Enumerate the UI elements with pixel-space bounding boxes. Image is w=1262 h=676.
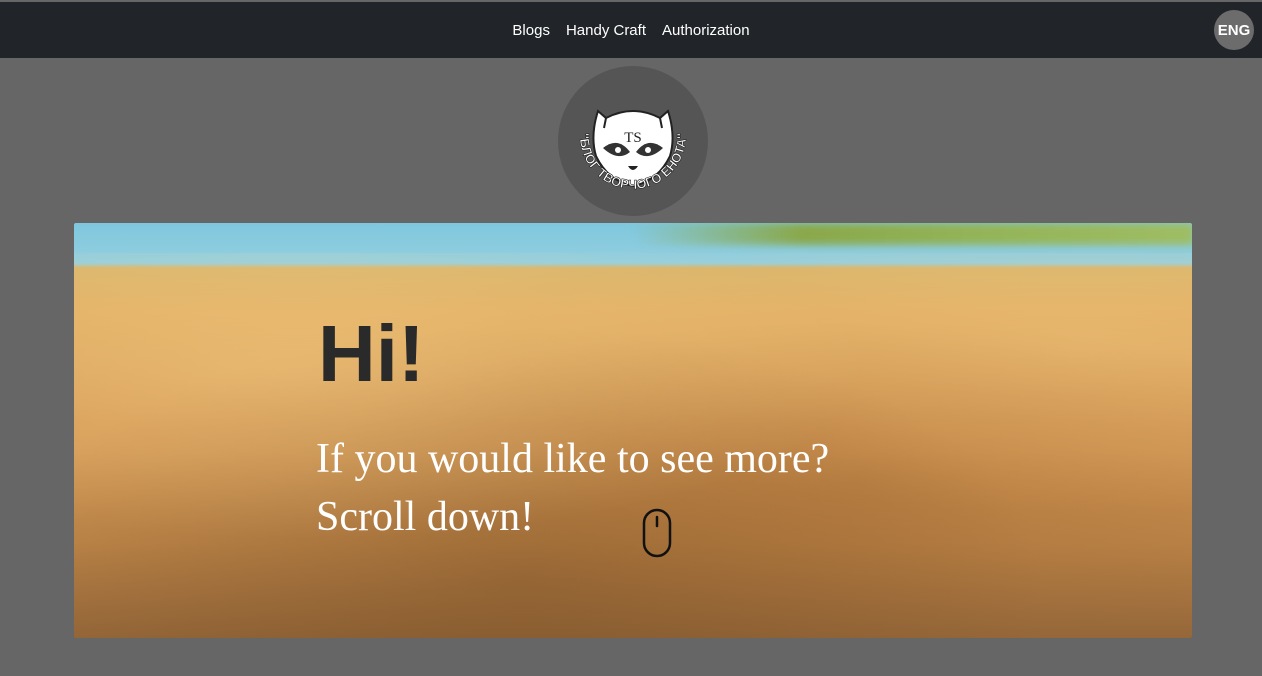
hero-subtitle-line-1: If you would like to see more? [316, 436, 830, 482]
language-switcher[interactable]: ENG [1214, 10, 1254, 50]
logo-monogram: TS [624, 130, 642, 146]
nav-handy-craft[interactable]: Handy Craft [558, 22, 654, 39]
site-logo[interactable]: TS "БЛОГ ТВОРЧОГО ЕНОТА" [558, 66, 708, 216]
nav-authorization[interactable]: Authorization [654, 22, 758, 39]
nav-blogs[interactable]: Blogs [504, 22, 558, 39]
hero-subtitle-line-2: Scroll down! [316, 494, 535, 540]
raccoon-logo-icon: TS "БЛОГ ТВОРЧОГО ЕНОТА" [577, 109, 689, 192]
top-navbar: Blogs Handy Craft Authorization ENG [0, 2, 1262, 58]
mouse-icon [642, 508, 672, 558]
hero-subtitle: If you would like to see more? Scroll do… [316, 430, 916, 546]
scroll-down-mouse-icon[interactable] [642, 508, 672, 558]
hero-horizon [634, 223, 1192, 245]
hero-title: Hi! [318, 309, 425, 398]
main-nav: Blogs Handy Craft Authorization [0, 2, 1262, 58]
